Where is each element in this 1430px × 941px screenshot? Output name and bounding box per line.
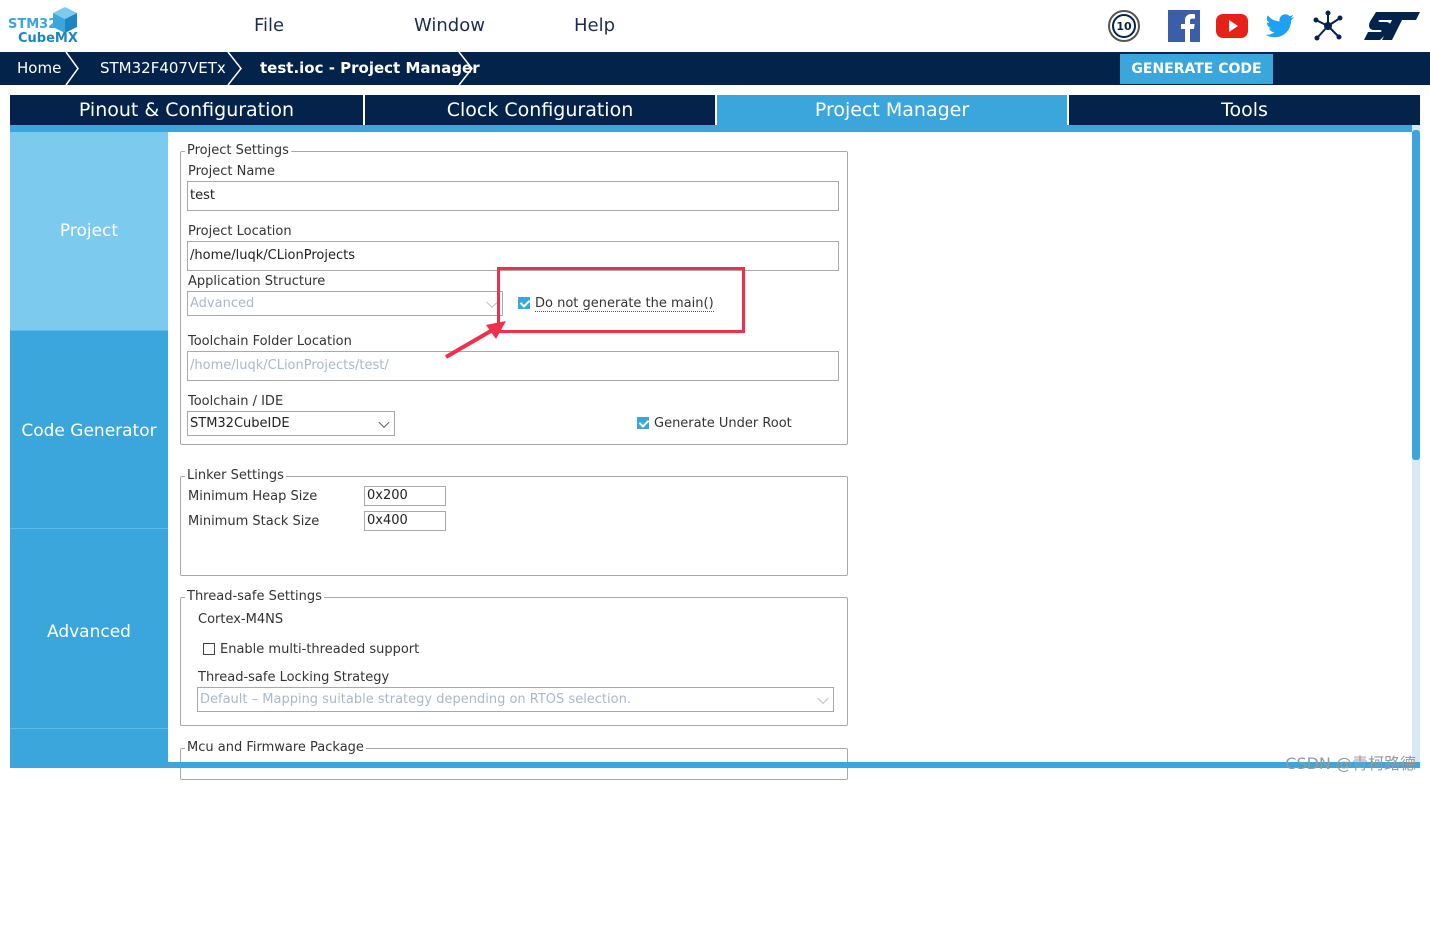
chevron-down-icon — [378, 416, 390, 428]
locking-strategy-value: Default – Mapping suitable strategy depe… — [200, 692, 631, 707]
toolchain-folder-label: Toolchain Folder Location — [188, 334, 352, 349]
locking-strategy-select[interactable]: Default – Mapping suitable strategy depe… — [197, 687, 834, 712]
stm32cubemx-logo: STM32 CubeMX — [8, 6, 80, 48]
app-structure-value: Advanced — [190, 296, 255, 311]
toolchain-ide-label: Toolchain / IDE — [188, 394, 284, 409]
network-icon[interactable] — [1312, 10, 1344, 42]
generate-under-root-checkbox[interactable] — [637, 417, 649, 429]
breadcrumb-chevron-icon — [458, 52, 473, 85]
project-settings-legend: Project Settings — [185, 143, 291, 158]
multi-thread-label[interactable]: Enable multi-threaded support — [220, 642, 419, 657]
logo-stm32: STM32 — [8, 17, 58, 32]
youtube-icon[interactable] — [1216, 10, 1248, 42]
toolchain-folder-input[interactable]: /home/luqk/CLionProjects/test/ — [187, 351, 839, 381]
breadcrumb-home[interactable]: Home — [17, 52, 61, 85]
tab-tools[interactable]: Tools — [1069, 95, 1420, 125]
twitter-icon[interactable] — [1264, 10, 1296, 42]
breadcrumb-mcu[interactable]: STM32F407VETx — [100, 52, 226, 85]
tab-pinout-configuration[interactable]: Pinout & Configuration — [10, 95, 363, 125]
menu-window[interactable]: Window — [414, 15, 485, 36]
sidebar-item-more[interactable] — [10, 729, 168, 764]
heap-size-label: Minimum Heap Size — [188, 489, 318, 504]
menu-file[interactable]: File — [254, 15, 284, 36]
facebook-icon[interactable] — [1168, 10, 1200, 42]
annotation-arrow-icon — [444, 321, 506, 359]
breadcrumb-chevron-icon — [65, 52, 79, 85]
sidebar-item-code-generator[interactable]: Code Generator — [10, 331, 168, 529]
thread-safe-legend: Thread-safe Settings — [185, 589, 324, 604]
menu-help[interactable]: Help — [574, 15, 615, 36]
st-logo-icon[interactable] — [1362, 10, 1422, 42]
toolchain-ide-select[interactable]: STM32CubeIDE — [187, 411, 395, 436]
chevron-down-icon — [486, 296, 498, 308]
sidebar-item-project[interactable]: Project — [10, 132, 168, 331]
tab-underline — [10, 125, 1420, 132]
heap-size-input[interactable]: 0x200 — [364, 486, 446, 506]
anniversary-10-icon[interactable]: 10 — [1108, 10, 1140, 42]
tab-project-manager[interactable]: Project Manager — [717, 95, 1067, 125]
highlight-box — [497, 267, 745, 333]
project-location-label: Project Location — [188, 224, 292, 239]
app-structure-select[interactable]: Advanced — [187, 291, 503, 316]
svg-text:10: 10 — [1116, 20, 1132, 33]
sidebar-item-advanced-settings[interactable]: Advanced Settings — [10, 529, 168, 848]
multi-thread-checkbox[interactable] — [203, 643, 215, 655]
generate-code-button[interactable]: GENERATE CODE — [1120, 54, 1273, 84]
top-bar: STM32 CubeMX File Window Help 10 — [0, 0, 1430, 52]
bottom-border — [10, 762, 1420, 768]
linker-settings-legend: Linker Settings — [185, 468, 286, 483]
project-name-label: Project Name — [188, 164, 275, 179]
project-name-input[interactable]: test — [187, 181, 839, 211]
breadcrumb-current: test.ioc - Project Manager — [260, 59, 480, 77]
scrollbar-thumb[interactable] — [1412, 130, 1420, 460]
locking-strategy-label: Thread-safe Locking Strategy — [198, 670, 390, 685]
tab-clock-configuration[interactable]: Clock Configuration — [365, 95, 715, 125]
logo-cubemx: CubeMX — [18, 31, 78, 46]
breadcrumb-chevron-icon — [227, 52, 242, 85]
app-structure-label: Application Structure — [188, 274, 326, 289]
thread-safe-core-label: Cortex-M4NS — [198, 612, 284, 627]
stack-size-input[interactable]: 0x400 — [364, 511, 446, 531]
generate-under-root-label[interactable]: Generate Under Root — [654, 416, 792, 431]
mcu-firmware-legend: Mcu and Firmware Package — [185, 740, 366, 755]
watermark: CSDN @青柯路德 — [1285, 754, 1416, 773]
chevron-down-icon — [817, 692, 829, 704]
stack-size-label: Minimum Stack Size — [188, 514, 320, 529]
toolchain-ide-value: STM32CubeIDE — [190, 416, 290, 431]
